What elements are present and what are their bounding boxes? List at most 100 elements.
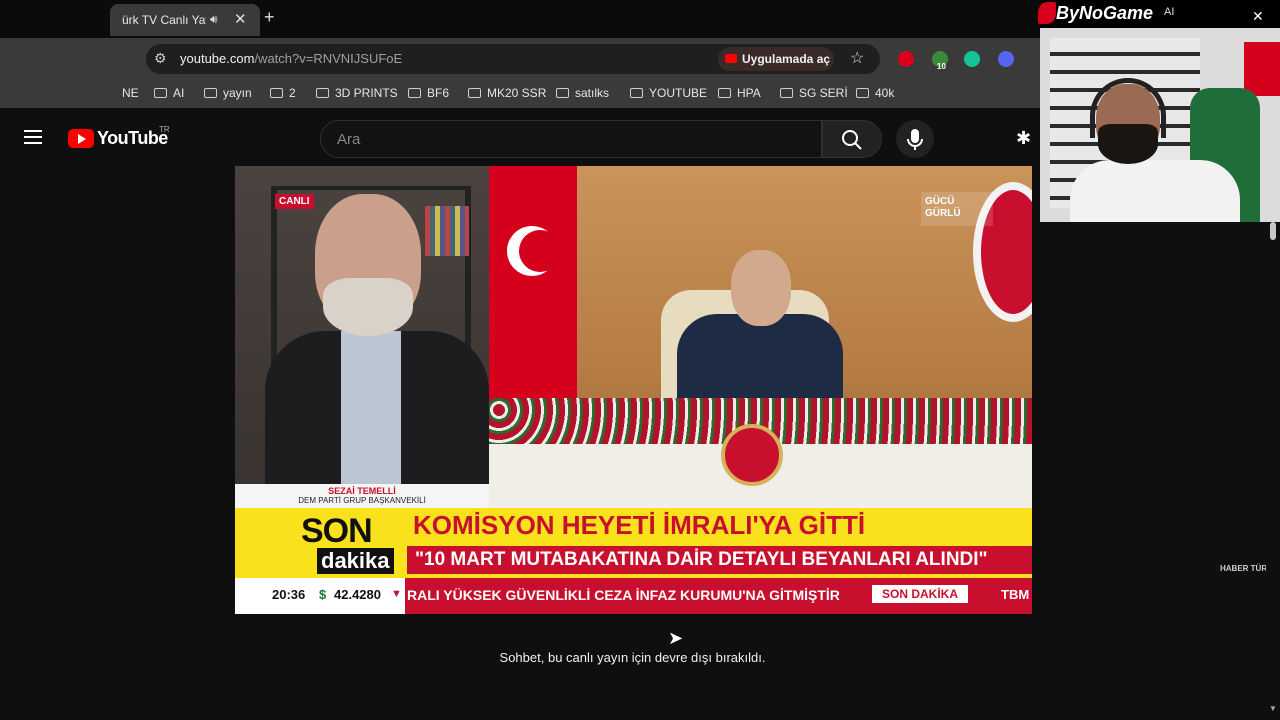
news-headline: KOMİSYON HEYETİ İMRALI'YA GİTTİ	[413, 510, 866, 540]
brand-extra: AI	[1164, 6, 1175, 18]
bookmark-label: SG SERİ	[799, 86, 848, 100]
news-subheadline: "10 MART MUTABAKATINA DAİR DETAYLI BEYAN…	[415, 549, 988, 570]
bookmark-label: 3D PRINTS	[335, 86, 398, 100]
url-path: /watch?v=RNVNIJSUFoE	[254, 51, 403, 66]
broadcast-clock: 20:36	[272, 587, 306, 602]
search-input[interactable]: Ara	[320, 120, 822, 158]
site-settings-icon[interactable]: ⚙	[154, 50, 167, 67]
microphone-icon	[907, 129, 923, 150]
mouse-cursor-icon: ➤	[668, 628, 684, 648]
ticker-tail: TBM	[1001, 587, 1030, 602]
guest-camera-feed: CANLI	[235, 166, 489, 486]
guest-shirt	[341, 331, 401, 486]
bookmark-folder[interactable]: YOUTUBE	[630, 86, 707, 100]
bookmark-label: AI	[173, 86, 185, 100]
bookmark-folder[interactable]: MK20 SSR	[468, 86, 546, 100]
bookmark-folder[interactable]: yayın	[204, 86, 252, 100]
video-player[interactable]: CANLI SEZAİ TEMELLİ DEM PARTİ GRUP BAŞKA…	[235, 166, 1032, 614]
folder-icon	[408, 88, 421, 98]
folder-icon	[270, 88, 283, 98]
guest-nametag: SEZAİ TEMELLİ DEM PARTİ GRUP BAŞKANVEKİL…	[235, 484, 489, 508]
browser-tab[interactable]: ürk TV Canlı Yayı 🔊︎ ✕	[110, 4, 260, 36]
bookmark-label: 2	[289, 86, 296, 100]
guest-name: SEZAİ TEMELLİ	[328, 486, 396, 496]
address-bar[interactable]: ⚙ youtube.com/watch?v=RNVNIJSUFoE Uygula…	[146, 44, 880, 74]
folder-icon	[154, 88, 167, 98]
page-scrollbar[interactable]: ▼	[1266, 166, 1280, 720]
parliament-emblem	[721, 424, 783, 486]
ticker-text: RALI YÜKSEK GÜVENLİKLİ CEZA İNFAZ KURUMU…	[407, 587, 840, 603]
brand-name: ByNoGame	[1056, 3, 1154, 23]
official-body	[677, 314, 843, 404]
down-arrow-icon: ▼	[391, 588, 402, 600]
window-close-icon[interactable]: ✕	[1252, 8, 1264, 25]
bookmark-folder[interactable]: HPA	[718, 86, 761, 100]
bookmark-folder[interactable]: 40k	[856, 86, 894, 100]
guest-beard	[323, 278, 413, 336]
tab-title: ürk TV Canlı Yayı	[122, 13, 206, 27]
ticker-badge: SON DAKİKA	[872, 585, 969, 603]
folder-icon	[718, 88, 731, 98]
bookmark-label: yayın	[223, 86, 252, 100]
voice-search-button[interactable]	[896, 120, 934, 158]
folder-icon	[316, 88, 329, 98]
extension-red-icon[interactable]	[898, 51, 914, 67]
crescent-icon	[507, 226, 561, 276]
turkish-flag-small	[1244, 42, 1280, 96]
extension-badge: 10	[937, 62, 946, 71]
speaker-icon[interactable]: 🔊︎	[210, 12, 218, 27]
bookmark-folder[interactable]: SG SERİ	[780, 86, 848, 100]
folder-icon	[630, 88, 643, 98]
new-tab-button[interactable]: +	[264, 7, 275, 28]
bookmark-folder[interactable]: AI	[154, 86, 184, 100]
grammarly-icon[interactable]	[964, 51, 980, 67]
bookmark-label: MK20 SSR	[487, 86, 547, 100]
scroll-down-icon[interactable]: ▼	[1269, 704, 1277, 713]
youtube-icon	[725, 54, 737, 63]
create-icon[interactable]: ✱	[1016, 128, 1031, 149]
bynogame-logo-icon	[1038, 2, 1056, 24]
search-placeholder: Ara	[337, 131, 361, 148]
dakika-label: dakika	[317, 548, 394, 574]
youtube-logo-text[interactable]: YouTube	[97, 128, 168, 149]
bookmark-star-icon[interactable]: ☆	[850, 48, 864, 68]
folder-icon	[780, 88, 793, 98]
streamer-body	[1070, 160, 1240, 222]
scrollbar-thumb[interactable]	[1270, 222, 1276, 240]
close-icon[interactable]: ✕	[234, 10, 247, 28]
exchange-rate: 42.4280	[334, 587, 381, 602]
url-text[interactable]: youtube.com/watch?v=RNVNIJSUFoE	[180, 51, 402, 66]
guest-role: DEM PARTİ GRUP BAŞKANVEKİLİ	[298, 496, 426, 505]
browser-tabstrip: ürk TV Canlı Yayı 🔊︎ ✕ +	[0, 0, 1040, 38]
son-dakika-logo: SON dakika	[275, 510, 409, 576]
books	[425, 206, 469, 256]
bookmark-folder[interactable]: satılks	[556, 86, 609, 100]
open-in-app-button[interactable]: Uygulamada aç	[718, 47, 834, 71]
open-in-app-label: Uygulamada aç	[742, 52, 831, 66]
bookmark-folder[interactable]: BF6	[408, 86, 449, 100]
bookmark-folder[interactable]: 2	[270, 86, 296, 100]
folder-icon	[468, 88, 481, 98]
bookmark-item[interactable]: NE	[122, 86, 139, 100]
news-subheadline-bar: "10 MART MUTABAKATINA DAİR DETAYLI BEYAN…	[407, 546, 1032, 574]
turkish-flag	[489, 166, 577, 406]
bookmark-folder[interactable]: 3D PRINTS	[316, 86, 398, 100]
son-label: SON	[301, 512, 373, 550]
country-code: TR	[159, 125, 170, 134]
bookmark-label: BF6	[427, 86, 450, 100]
discord-icon[interactable]	[998, 51, 1014, 67]
folder-icon	[556, 88, 569, 98]
bookmark-label: HPA	[737, 86, 761, 100]
youtube-logo-icon[interactable]	[68, 129, 94, 148]
currency-symbol: $	[319, 587, 327, 602]
search-button[interactable]	[822, 120, 882, 158]
folder-icon	[856, 88, 869, 98]
streamer-webcam	[1040, 28, 1280, 222]
parliament-camera-feed: GÜCÜ GÜRLÜ	[489, 166, 1032, 508]
channel-bug: GÜCÜ GÜRLÜ	[921, 192, 993, 226]
ticker-info-box: 20:36 $ 42.4280 ▼	[235, 578, 405, 614]
bookmark-label: YOUTUBE	[649, 86, 708, 100]
hamburger-menu-icon[interactable]	[24, 130, 42, 144]
live-badge: CANLI	[275, 194, 314, 209]
bookmark-label: satılks	[575, 86, 610, 100]
